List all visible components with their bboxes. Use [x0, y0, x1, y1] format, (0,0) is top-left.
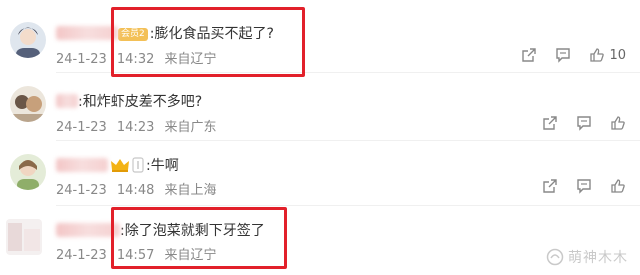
share-icon	[543, 179, 557, 193]
level-icon	[132, 157, 144, 173]
share-button[interactable]	[542, 178, 558, 194]
share-icon	[522, 48, 537, 62]
like-icon	[611, 116, 625, 130]
like-button[interactable]: 10	[589, 47, 626, 63]
share-button[interactable]	[521, 47, 537, 63]
crown-icon	[111, 159, 129, 172]
comment-text: :和炸虾皮差不多吧?	[78, 94, 203, 110]
username-blurred[interactable]	[56, 158, 108, 172]
reply-button[interactable]	[576, 115, 592, 131]
like-count: 10	[609, 47, 626, 63]
username-blurred[interactable]	[56, 94, 78, 108]
comment-date: 24-1-23	[56, 120, 107, 135]
reply-icon	[556, 48, 571, 63]
comment-line: :和炸虾皮差不多吧?	[56, 91, 202, 111]
comment-date: 24-1-23	[56, 52, 107, 67]
comment-actions: 10	[521, 47, 626, 63]
comment-meta: 24-1-23 14:48 来自上海	[56, 179, 217, 198]
highlight-box	[111, 7, 305, 77]
like-icon	[590, 48, 605, 62]
comment-line: :牛啊	[56, 155, 179, 175]
comment-meta: 24-1-23 14:23 来自广东	[56, 116, 217, 135]
comment-item: 会员2:膨化食品买不起了? 24-1-23 14:32 来自辽宁 10	[0, 0, 640, 68]
username-blurred[interactable]	[56, 26, 118, 40]
avatar[interactable]	[10, 86, 46, 122]
comment-actions	[542, 178, 626, 194]
comment-item: :和炸虾皮差不多吧? 24-1-23 14:23 来自广东	[0, 72, 640, 140]
watermark: 萌神木木	[546, 247, 628, 267]
avatar[interactable]	[10, 154, 46, 190]
reply-button[interactable]	[576, 178, 592, 194]
watermark-text: 萌神木木	[568, 250, 628, 266]
comment-location: 来自上海	[164, 183, 217, 198]
comment-location: 来自广东	[164, 120, 217, 135]
reply-icon	[577, 116, 591, 131]
comment-time: 14:23	[116, 120, 155, 135]
comment-date: 24-1-23	[56, 183, 107, 198]
avatar-blurred[interactable]	[6, 219, 42, 255]
reply-button[interactable]	[555, 47, 571, 63]
comment-text: :牛啊	[146, 158, 179, 174]
comment-time: 14:48	[116, 183, 155, 198]
comment-date: 24-1-23	[56, 248, 107, 263]
like-icon	[611, 179, 625, 193]
share-icon	[543, 116, 557, 130]
comment-actions	[542, 115, 626, 131]
share-button[interactable]	[542, 115, 558, 131]
highlight-box	[111, 207, 287, 269]
comment-item: :牛啊 24-1-23 14:48 来自上海	[0, 140, 640, 208]
watermark-logo-icon	[546, 248, 564, 266]
reply-icon	[577, 179, 591, 194]
avatar[interactable]	[10, 22, 46, 58]
like-button[interactable]	[610, 178, 626, 194]
like-button[interactable]	[610, 115, 626, 131]
comment-item: :除了泡菜就剩下牙签了 24-1-23 14:57 来自辽宁	[0, 205, 640, 273]
